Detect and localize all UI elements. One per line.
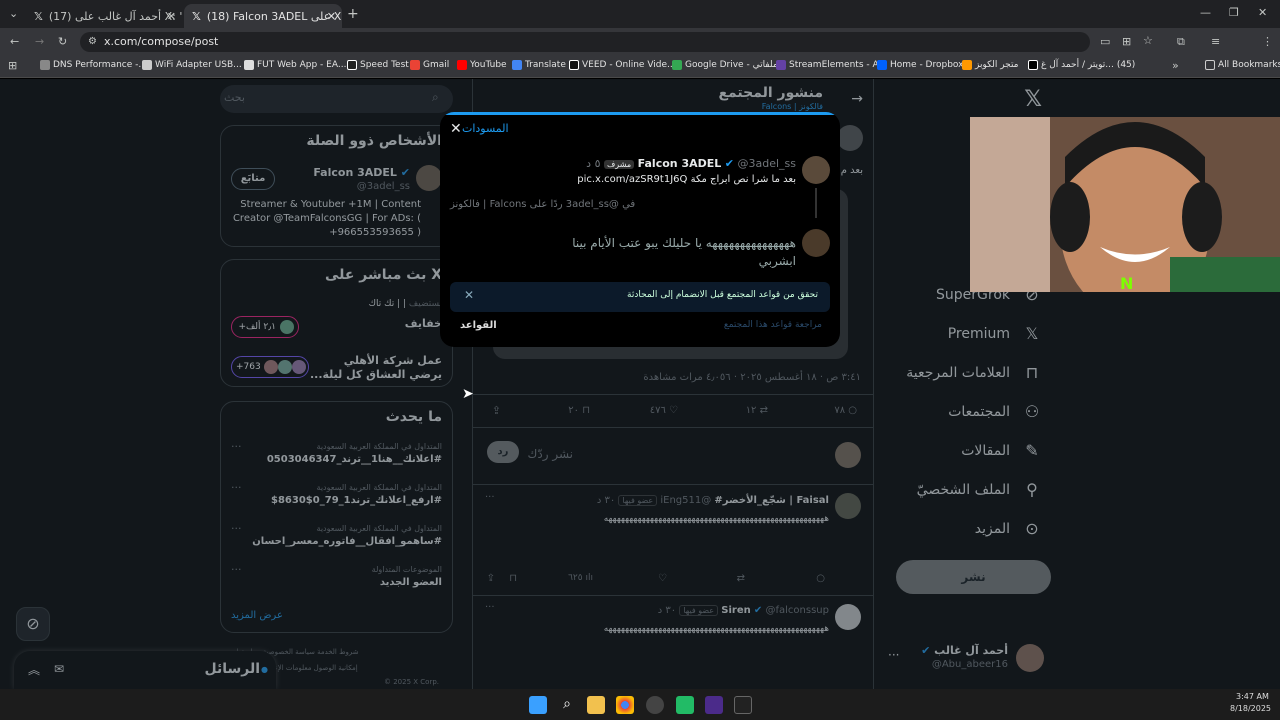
tab-strip: ⌄ 𝕏(17) أحمد آل غالب على X: "مشارك✕ 𝕏(18… [0, 0, 1280, 28]
bookmark-item[interactable]: YouTube [457, 60, 507, 70]
rules-button[interactable]: القواعد [460, 320, 497, 331]
file-explorer-icon[interactable] [587, 696, 605, 714]
app-icon[interactable] [676, 696, 694, 714]
translate-icon[interactable]: ⊞ [1122, 35, 1131, 48]
bookmark-item[interactable]: VEED - Online Vide... [569, 60, 676, 70]
svg-text:N: N [1120, 274, 1133, 292]
forward-icon[interactable]: → [35, 35, 44, 48]
tab-search-icon[interactable]: ⌄ [9, 7, 18, 20]
minimize-icon[interactable]: — [1200, 6, 1211, 19]
bookmark-item[interactable]: WiFi Adapter USB... [142, 60, 242, 70]
avatar[interactable] [802, 156, 830, 184]
back-icon[interactable]: ← [10, 35, 19, 48]
menu-icon[interactable]: ⋮ [1262, 35, 1273, 48]
close-tab-icon[interactable]: ✕ [167, 10, 176, 23]
tab-title: (17) أحمد آل غالب على X: "مشارك [48, 9, 182, 23]
x-logo-icon: 𝕏 [192, 9, 201, 23]
next-app-icon[interactable] [705, 696, 723, 714]
bookmark-item[interactable]: Google Drive - ملفاتي [672, 60, 778, 70]
extensions-icon[interactable]: ⧉ [1177, 35, 1185, 49]
taskbar [0, 689, 1280, 720]
x-app-icon[interactable] [734, 696, 752, 714]
tab-title: (18) Falcon 3ADEL على X: "مكة [206, 9, 342, 23]
drafts-link[interactable]: المسودات [462, 122, 509, 135]
all-bookmarks[interactable]: All Bookmarks [1205, 60, 1280, 70]
close-modal-icon[interactable]: ✕ [450, 121, 462, 137]
tab-1[interactable]: 𝕏 (17) أحمد آل غالب على X: "مشارك✕ [26, 4, 182, 28]
omnibox[interactable]: x.com/compose/post [80, 32, 1090, 52]
obs-icon[interactable] [646, 696, 664, 714]
bookmark-item[interactable]: Gmail [410, 60, 449, 70]
url-text: x.com/compose/post [104, 35, 219, 48]
media-icon[interactable]: ≡ [1211, 35, 1220, 48]
avatar [802, 229, 830, 257]
bookmark-item[interactable]: تويتر / أحمد آل غ... (45) [1028, 60, 1135, 70]
site-info-icon[interactable]: ⚙ [88, 36, 97, 47]
post-header: Falcon 3ADEL ✔ @3adel_ss مشرف ٥ د [586, 157, 796, 170]
close-window-icon[interactable]: ✕ [1258, 6, 1267, 19]
bookmark-item[interactable]: متجر الكوبز [962, 60, 1019, 70]
bookmark-item[interactable]: DNS Performance -... [40, 60, 147, 70]
post-text: بعد ما شرا نص ابراج مكة pic.x.com/azSR9t… [577, 174, 796, 185]
bookmark-item[interactable]: StreamElements - A... [776, 60, 887, 70]
tab-2[interactable]: 𝕏 (18) Falcon 3ADEL على X: "مكة✕ [184, 4, 342, 28]
x-logo-icon: 𝕏 [34, 9, 43, 23]
apps-icon[interactable]: ⊞ [8, 59, 17, 72]
reply-textarea[interactable]: هههههههههههههههه يا حليلك يبو عتب الأيام… [546, 234, 796, 270]
progress-bar [440, 112, 840, 115]
cast-icon[interactable]: ▭ [1100, 35, 1110, 48]
search-icon[interactable]: ⌕ [558, 696, 576, 714]
bookmark-item[interactable]: Home - Dropbox [877, 60, 963, 70]
bookmark-item[interactable]: FUT Web App - EA... [244, 60, 346, 70]
more-bookmarks-icon[interactable]: » [1172, 59, 1179, 72]
reload-icon[interactable]: ↻ [58, 35, 67, 48]
maximize-icon[interactable]: ❐ [1229, 6, 1239, 19]
reply-context: في @3adel_ss ردًا على Falcons | فالكونز [450, 199, 636, 210]
clock-time[interactable]: 3:47 AM [1236, 692, 1269, 701]
windows-start-icon[interactable] [529, 696, 547, 714]
clock-date[interactable]: 8/18/2025 [1230, 704, 1271, 713]
bookmark-item[interactable]: Speed Test [347, 60, 409, 70]
rules-notice-text: تحقق من قواعد المجتمع قبل الانضمام إلى ا… [627, 290, 818, 300]
webcam-overlay: N [970, 117, 1280, 292]
close-tab-icon[interactable]: ✕ [327, 10, 336, 23]
mouse-cursor-icon: ➤ [462, 386, 474, 402]
drafts-modal: ✕ المسودات Falcon 3ADEL ✔ @3adel_ss مشرف… [440, 112, 840, 347]
bookmark-item[interactable]: Translate [512, 60, 566, 70]
star-icon[interactable]: ☆ [1143, 34, 1153, 47]
streamer-photo: N [970, 117, 1280, 292]
bookmarks-bar: ⊞ DNS Performance -... WiFi Adapter USB.… [0, 56, 1280, 78]
chrome-icon[interactable] [616, 696, 634, 714]
new-tab-icon[interactable]: + [347, 6, 359, 22]
dismiss-icon[interactable]: ✕ [464, 288, 474, 302]
review-rules-link[interactable]: مراجعة قواعد هذا المجتمع [724, 320, 822, 330]
rules-notice: ✕ تحقق من قواعد المجتمع قبل الانضمام إلى… [450, 282, 830, 312]
